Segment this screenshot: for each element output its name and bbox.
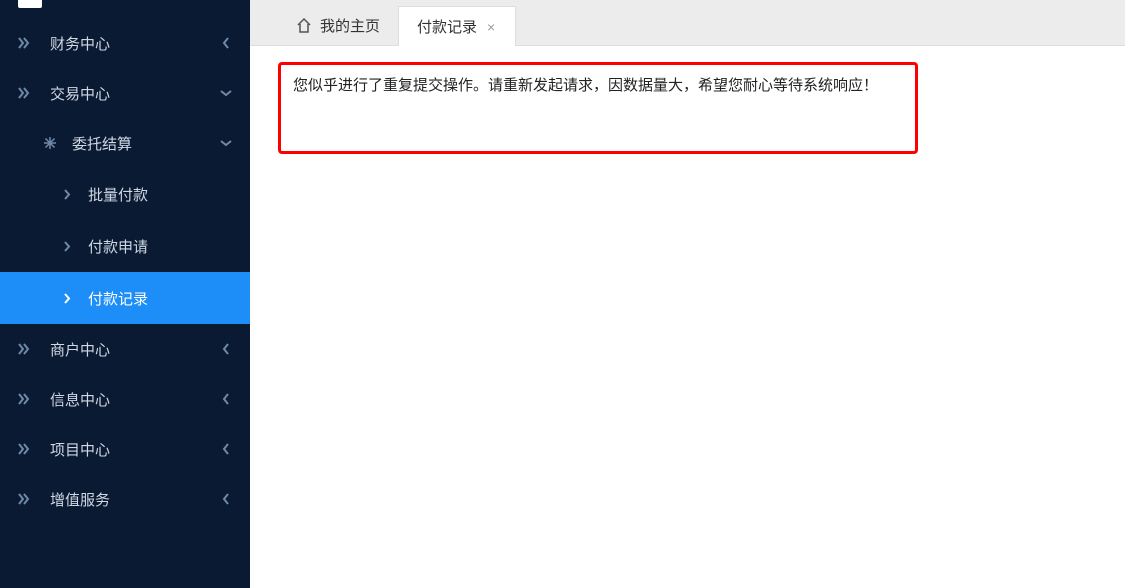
sidebar-item-label: 交易中心 xyxy=(50,83,220,104)
sidebar-item-label: 增值服务 xyxy=(50,489,220,510)
sidebar-leaf-pay-record[interactable]: 付款记录 xyxy=(0,272,250,324)
sidebar: 财务中心 交易中心 委托结算 批量付款 付款申请 xyxy=(0,0,250,588)
double-chevron-icon xyxy=(18,87,36,99)
tab-close-icon[interactable]: × xyxy=(485,19,497,35)
error-message-text: 您似乎进行了重复提交操作。请重新发起请求，因数据量大，希望您耐心等待系统响应！ xyxy=(293,77,878,94)
home-icon xyxy=(296,18,312,33)
sidebar-leaf-pay-apply[interactable]: 付款申请 xyxy=(0,220,250,272)
chevron-left-icon xyxy=(220,493,232,505)
chevron-left-icon xyxy=(220,393,232,405)
sidebar-leaf-batch-pay[interactable]: 批量付款 xyxy=(0,168,250,220)
error-message-box: 您似乎进行了重复提交操作。请重新发起请求，因数据量大，希望您耐心等待系统响应！ xyxy=(278,62,918,154)
logo-icon xyxy=(18,0,42,8)
sidebar-item-label: 商户中心 xyxy=(50,339,220,360)
double-chevron-icon xyxy=(18,343,36,355)
logo-bar xyxy=(0,0,250,18)
sidebar-item-label: 信息中心 xyxy=(50,389,220,410)
sidebar-leaf-label: 付款申请 xyxy=(88,236,148,257)
tab-bar: 我的主页 付款记录 × xyxy=(250,0,1125,46)
sidebar-item-finance[interactable]: 财务中心 xyxy=(0,18,250,68)
chevron-left-icon xyxy=(220,343,232,355)
sidebar-item-label: 项目中心 xyxy=(50,439,220,460)
double-chevron-icon xyxy=(18,37,36,49)
double-chevron-icon xyxy=(18,393,36,405)
sidebar-subitem-label: 委托结算 xyxy=(72,133,220,154)
chevron-down-icon xyxy=(220,139,232,147)
sidebar-item-vas[interactable]: 增值服务 xyxy=(0,474,250,524)
chevron-right-icon xyxy=(64,293,74,304)
chevron-down-icon xyxy=(220,89,232,97)
message-area: 您似乎进行了重复提交操作。请重新发起请求，因数据量大，希望您耐心等待系统响应！ xyxy=(250,46,1125,170)
sidebar-leaf-label: 批量付款 xyxy=(88,184,148,205)
content-area: 我的主页 付款记录 × 您似乎进行了重复提交操作。请重新发起请求，因数据量大，希… xyxy=(250,0,1125,588)
chevron-right-icon xyxy=(64,189,74,200)
sidebar-leaf-label: 付款记录 xyxy=(88,288,148,309)
sidebar-subitem-settlement[interactable]: 委托结算 xyxy=(0,118,250,168)
sidebar-item-merchant[interactable]: 商户中心 xyxy=(0,324,250,374)
chevron-left-icon xyxy=(220,443,232,455)
double-chevron-icon xyxy=(18,493,36,505)
sidebar-item-trade[interactable]: 交易中心 xyxy=(0,68,250,118)
asterisk-icon xyxy=(44,137,60,149)
sidebar-item-info[interactable]: 信息中心 xyxy=(0,374,250,424)
sidebar-item-project[interactable]: 项目中心 xyxy=(0,424,250,474)
sidebar-item-label: 财务中心 xyxy=(50,33,220,54)
chevron-right-icon xyxy=(64,241,74,252)
tab-pay-record[interactable]: 付款记录 × xyxy=(398,6,516,46)
tab-home[interactable]: 我的主页 xyxy=(278,5,398,45)
chevron-left-icon xyxy=(220,37,232,49)
double-chevron-icon xyxy=(18,443,36,455)
tab-label: 我的主页 xyxy=(320,15,380,36)
tab-label: 付款记录 xyxy=(417,16,477,37)
